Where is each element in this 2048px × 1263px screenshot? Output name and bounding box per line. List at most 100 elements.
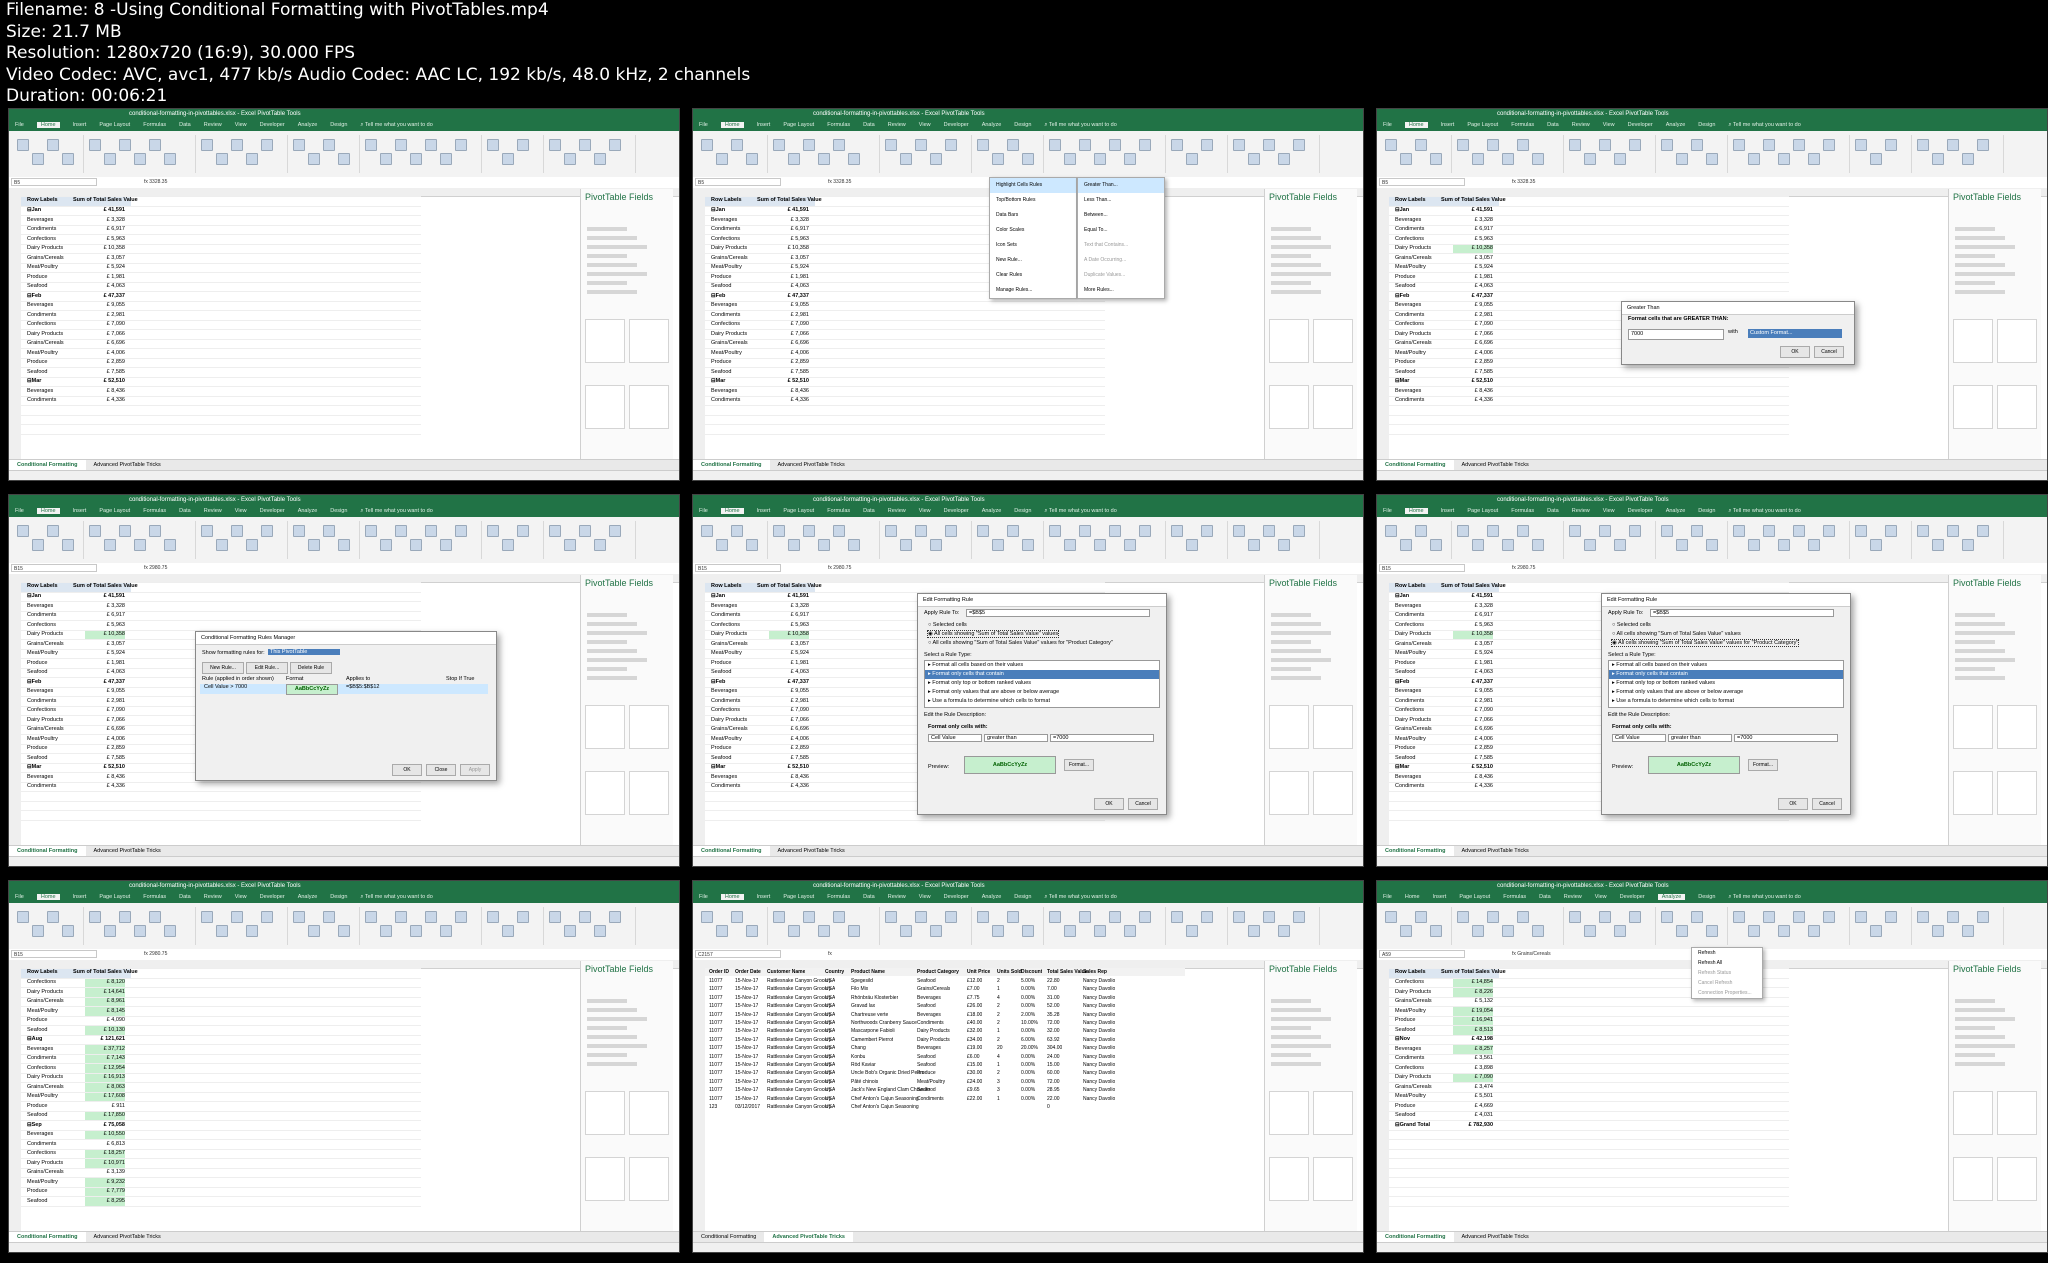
ribbon-button-icon[interactable] [380,925,392,937]
field-checkbox-item[interactable] [587,1053,627,1057]
delete-rule-button[interactable]: Delete Rule [290,662,332,674]
table-cell[interactable]: 2 [997,1011,1000,1019]
rule-type-item[interactable]: ▸ Format only cells that contain [925,670,1159,679]
table-cell[interactable]: 60.00 [1047,1069,1060,1077]
tab-analyze[interactable]: Analyze [1666,508,1686,514]
table-row[interactable]: 11077 15-Nov-17 Rattlesnake Canyon Grocery… [705,1027,1185,1035]
ribbon-button-icon[interactable] [549,525,561,537]
ribbon-button-icon[interactable] [773,911,785,923]
table-cell[interactable]: 11077 [709,1011,723,1019]
table-row[interactable]: 11077 15-Nov-17 Rattlesnake Canyon Grocery… [705,977,1185,985]
ribbon-button-icon[interactable] [1870,925,1882,937]
ribbon-button-icon[interactable] [1263,911,1275,923]
ribbon-button-icon[interactable] [1917,139,1929,151]
tab-insert[interactable]: Insert [1441,508,1455,514]
ribbon-button-icon[interactable] [579,525,591,537]
cf-menu-item[interactable]: Data Bars [990,208,1076,223]
tab-home[interactable]: Home [1404,122,1428,128]
ribbon-button-icon[interactable] [1808,539,1820,551]
ribbon-button-icon[interactable] [62,925,74,937]
ribbon-button-icon[interactable] [365,139,377,151]
field-checkbox-item[interactable] [1955,290,2005,294]
ribbon-button-icon[interactable] [231,139,243,151]
ribbon-button-icon[interactable] [1517,911,1529,923]
ribbon-button-icon[interactable] [731,139,743,151]
ribbon-button-icon[interactable] [1584,925,1596,937]
cancel-button[interactable]: Cancel [1128,798,1158,810]
ribbon-button-icon[interactable] [1748,539,1760,551]
table-cell[interactable]: 11077 [709,977,723,985]
field-checkbox-item[interactable] [1271,1062,1321,1066]
tab-developer[interactable]: Developer [1628,508,1653,514]
table-row[interactable]: 11077 15-Nov-17 Rattlesnake Canyon Grocery… [705,1086,1185,1094]
tab-review[interactable]: Review [1572,122,1590,128]
name-box[interactable]: B15 [1379,564,1465,572]
tab-review[interactable]: Review [888,508,906,514]
ribbon-button-icon[interactable] [1430,539,1442,551]
ribbon-button-icon[interactable] [1676,539,1688,551]
ribbon-button-icon[interactable] [517,139,529,151]
ribbon-button-icon[interactable] [62,153,74,165]
ribbon-button-icon[interactable] [502,539,514,551]
ribbon-button-icon[interactable] [1139,139,1151,151]
tab-data[interactable]: Data [179,122,191,128]
ribbon-button-icon[interactable] [1293,525,1305,537]
ribbon-button-icon[interactable] [246,539,258,551]
table-cell[interactable]: 3 [997,1086,1000,1094]
ribbon-button-icon[interactable] [1763,525,1775,537]
ribbon-button-icon[interactable] [579,911,591,923]
ribbon-button-icon[interactable] [564,539,576,551]
table-cell[interactable]: Chartreuse verte [851,1011,888,1019]
cell-value-select[interactable]: Cell Value [1612,734,1666,742]
ribbon-button-icon[interactable] [308,925,320,937]
ribbon-button-icon[interactable] [1385,139,1397,151]
ok-button[interactable]: OK [1780,346,1810,358]
ribbon-button-icon[interactable] [164,153,176,165]
ribbon-button-icon[interactable] [1977,139,1989,151]
ribbon-button-icon[interactable] [293,911,305,923]
ribbon-button-icon[interactable] [1415,911,1427,923]
tab-analyze[interactable]: Analyze [298,122,318,128]
ribbon-button-icon[interactable] [1109,525,1121,537]
table-cell[interactable]: 4 [997,1053,1000,1061]
ribbon-button-icon[interactable] [594,539,606,551]
table-cell[interactable]: 15-Nov-17 [735,1002,758,1010]
ribbon-button-icon[interactable] [1472,925,1484,937]
table-cell[interactable]: 2.00% [1021,1011,1035,1019]
table-cell[interactable]: 2 [997,1019,1000,1027]
table-cell[interactable]: 2 [997,1069,1000,1077]
ribbon-button-icon[interactable] [1124,153,1136,165]
ribbon-button-icon[interactable] [1094,153,1106,165]
tab-analyze[interactable]: Analyze [298,894,318,900]
formula-input[interactable]: fx 3328.35 [1512,177,1535,188]
column-header[interactable]: Order Date [735,968,761,976]
ribbon-button-icon[interactable] [1502,539,1514,551]
ribbon-button-icon[interactable] [149,139,161,151]
field-checkbox-item[interactable] [587,281,627,285]
ribbon-button-icon[interactable] [788,539,800,551]
ribbon-button-icon[interactable] [1079,139,1091,151]
ribbon-button-icon[interactable] [833,139,845,151]
table-cell[interactable]: 11077 [709,985,723,993]
tab-developer[interactable]: Developer [944,894,969,900]
field-checkbox-item[interactable] [587,227,627,231]
table-cell[interactable]: Rattlesnake Canyon Grocery [767,1019,831,1027]
table-cell[interactable]: £34.00 [967,1036,982,1044]
table-cell[interactable]: 1 [997,1061,1000,1069]
table-cell[interactable]: 11077 [709,1027,723,1035]
ribbon-button-icon[interactable] [1614,153,1626,165]
ribbon-button-icon[interactable] [502,153,514,165]
table-cell[interactable]: Rattlesnake Canyon Grocery [767,1044,831,1052]
table-cell[interactable]: 1 [997,985,1000,993]
field-checkbox-item[interactable] [587,676,637,680]
column-header[interactable]: Customer Name [767,968,805,976]
tab-developer[interactable]: Developer [1620,894,1645,900]
ribbon-button-icon[interactable] [89,139,101,151]
ribbon-button-icon[interactable] [1706,153,1718,165]
ribbon-button-icon[interactable] [365,525,377,537]
tab-formulas[interactable]: Formulas [1511,508,1534,514]
ribbon-button-icon[interactable] [455,139,467,151]
table-cell[interactable]: Spegesild [851,977,873,985]
ribbon-button-icon[interactable] [1109,139,1121,151]
ribbon-button-icon[interactable] [885,525,897,537]
